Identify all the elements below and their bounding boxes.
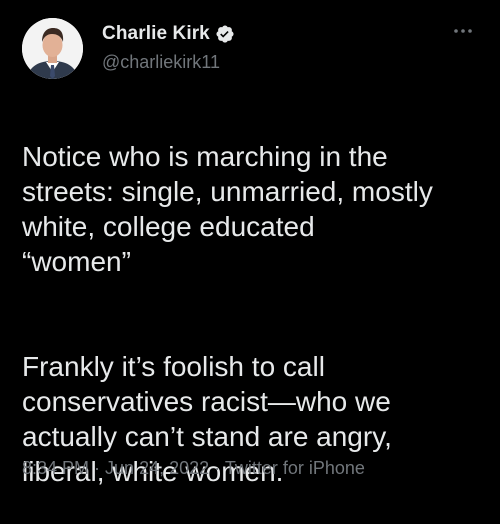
avatar-photo-icon — [22, 18, 83, 79]
tweet-time[interactable]: 8:34 PM — [22, 458, 89, 478]
tweet-date[interactable]: Jun 24, 2022 — [105, 458, 209, 478]
author-display-name[interactable]: Charlie Kirk — [102, 23, 210, 45]
tweet-metadata: 8:34 PM · Jun 24, 2022 · Twitter for iPh… — [22, 458, 365, 479]
author-handle[interactable]: @charliekirk11 — [102, 52, 220, 73]
tweet-paragraph-1: Notice who is marching in the streets: s… — [22, 141, 433, 277]
verified-badge-icon — [215, 24, 235, 44]
meta-separator-1: · — [89, 458, 106, 478]
tweet-card: Charlie Kirk @charliekirk11 Notice who i… — [0, 0, 500, 489]
more-options-icon[interactable] — [452, 22, 474, 40]
tweet-source[interactable]: Twitter for iPhone — [225, 458, 365, 478]
author-avatar[interactable] — [22, 18, 83, 79]
author-name-row: Charlie Kirk — [102, 22, 235, 46]
meta-separator-2: · — [209, 458, 225, 478]
